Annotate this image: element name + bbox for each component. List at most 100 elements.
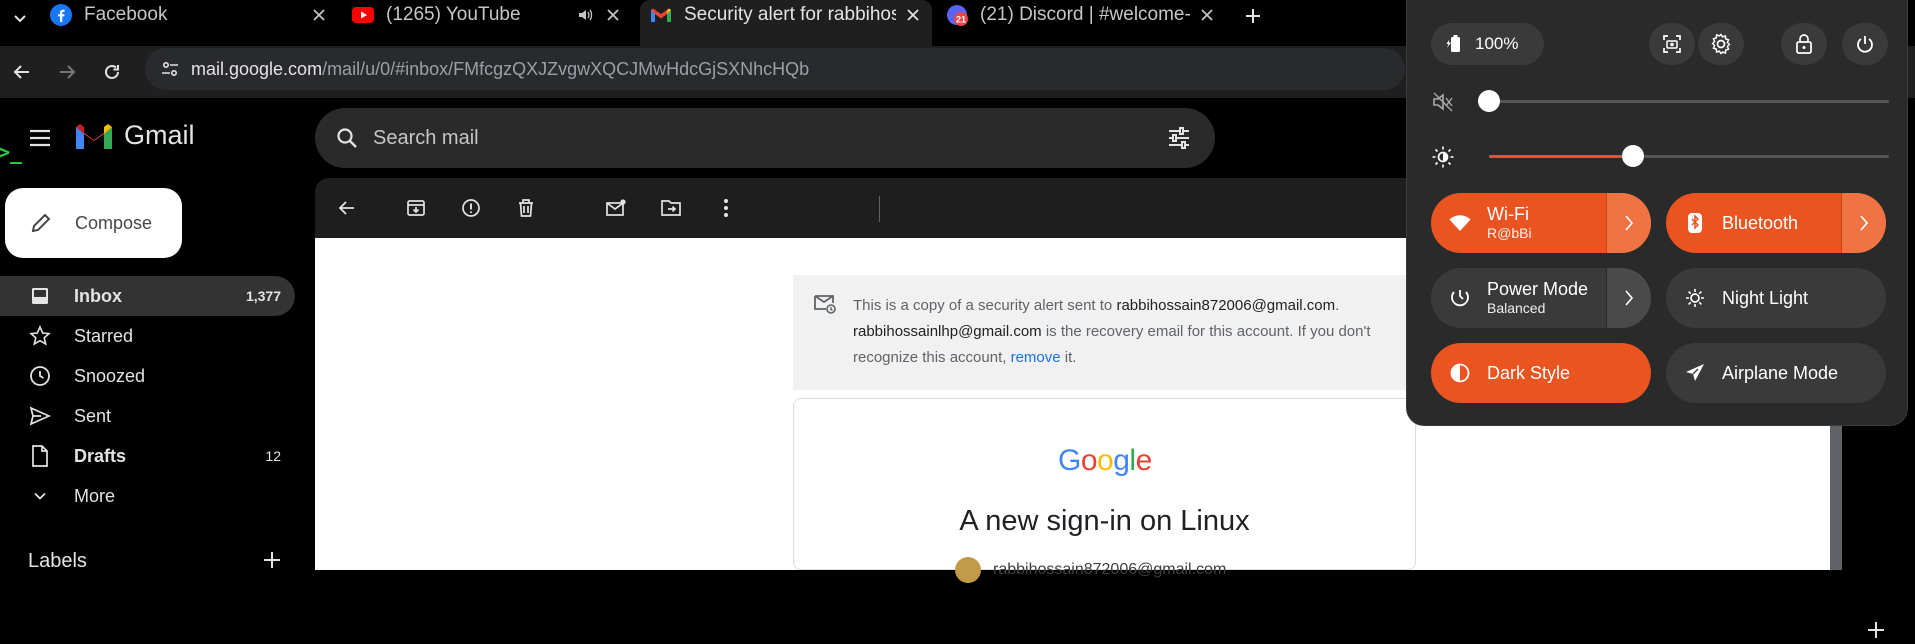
site-info-icon[interactable]	[157, 56, 183, 82]
search-input[interactable]: Search mail	[373, 127, 1165, 150]
back-to-inbox-button[interactable]	[333, 194, 361, 222]
security-alert-notice: This is a copy of a security alert sent …	[793, 275, 1413, 390]
search-options-icon[interactable]	[1165, 124, 1193, 152]
alert-text-dot: .	[1335, 297, 1340, 314]
wifi-toggle[interactable]: Wi-Fi R@bBi	[1431, 193, 1651, 253]
security-alert-text: This is a copy of a security alert sent …	[853, 293, 1398, 371]
quick-settings-panel: 100% Wi-Fi R@bBi Bluetooth Power Mode Bala…	[1406, 0, 1908, 426]
screenshot-icon	[1663, 35, 1681, 53]
remove-link[interactable]: remove	[1011, 349, 1061, 366]
settings-button[interactable]	[1698, 23, 1744, 65]
get-addons-button[interactable]	[1866, 620, 1890, 644]
airplane-mode-toggle[interactable]: Airplane Mode	[1666, 343, 1886, 403]
power-off-button[interactable]	[1842, 23, 1888, 65]
delete-button[interactable]	[512, 194, 540, 222]
brightness-slider[interactable]	[1431, 142, 1889, 172]
chevron-right-icon	[1625, 215, 1634, 231]
hamburger-icon	[30, 129, 50, 147]
tab-title: (1265) YouTube	[386, 4, 521, 25]
alert-text-post: it.	[1060, 349, 1077, 366]
power-mode-menu-button[interactable]	[1606, 268, 1651, 328]
google-logo-letter: e	[1135, 444, 1153, 477]
close-icon[interactable]	[902, 4, 924, 26]
mark-unread-button[interactable]	[602, 194, 630, 222]
star-icon	[28, 324, 52, 348]
trash-icon	[519, 199, 533, 217]
gmail-logo[interactable]: Gmail	[74, 120, 195, 151]
report-spam-button[interactable]	[457, 194, 485, 222]
tab-gmail-security-alert[interactable]: Security alert for rabbihossain	[640, 0, 932, 46]
dark-style-toggle[interactable]: Dark Style	[1431, 343, 1651, 403]
lock-button[interactable]	[1781, 23, 1827, 65]
chevron-right-icon	[1860, 215, 1869, 231]
chevron-down-icon	[14, 15, 26, 23]
screenshot-button[interactable]	[1649, 23, 1695, 65]
close-icon[interactable]	[308, 4, 330, 26]
close-icon[interactable]	[602, 4, 624, 26]
facebook-icon	[50, 4, 72, 26]
folder-label: Snoozed	[74, 365, 146, 386]
tab-facebook[interactable]: Facebook	[50, 0, 330, 30]
tab-title: (21) Discord | #welcome-	[980, 4, 1190, 25]
bluetooth-icon	[1684, 212, 1706, 234]
signin-heading: A new sign-in on Linux	[959, 505, 1250, 537]
lock-icon	[1796, 34, 1812, 54]
night-light-label: Night Light	[1722, 288, 1809, 308]
wifi-network: R@bBi	[1487, 225, 1532, 241]
folder-snoozed[interactable]: Snoozed	[0, 356, 295, 396]
back-button[interactable]	[8, 58, 36, 86]
night-light-toggle[interactable]: Night Light	[1666, 268, 1886, 328]
dark-style-label: Dark Style	[1487, 363, 1571, 383]
wifi-label: Wi-Fi	[1487, 204, 1529, 224]
account-email: rabbihossain872006@gmail.com	[993, 561, 1227, 578]
plus-icon	[264, 552, 280, 568]
archive-button[interactable]	[402, 194, 430, 222]
tab-youtube[interactable]: (1265) YouTube	[352, 0, 624, 30]
avatar	[955, 557, 981, 583]
forward-button[interactable]	[53, 58, 81, 86]
folder-count: 12	[265, 448, 281, 464]
reload-button[interactable]	[98, 58, 126, 86]
power-mode-toggle[interactable]: Power Mode Balanced	[1431, 268, 1651, 328]
create-label-button[interactable]	[262, 550, 284, 572]
folder-inbox[interactable]: Inbox 1,377	[0, 276, 295, 316]
folder-drafts[interactable]: Drafts 12	[0, 436, 295, 476]
message-scrollbar[interactable]	[1830, 418, 1842, 570]
search-icon[interactable]	[333, 124, 361, 152]
speaker-icon[interactable]	[574, 4, 596, 26]
tab-search-button[interactable]	[8, 6, 32, 30]
brightness-handle[interactable]	[1622, 145, 1644, 167]
folder-more[interactable]: More	[0, 476, 295, 516]
airplane-icon	[1684, 362, 1706, 384]
volume-slider[interactable]	[1431, 87, 1889, 117]
search-bar[interactable]: Search mail	[315, 108, 1215, 168]
clock-icon	[28, 364, 52, 388]
pencil-icon	[27, 209, 55, 237]
tab-title: Security alert for rabbihossain	[684, 4, 896, 25]
dark-style-icon	[1449, 362, 1471, 384]
battery-charging-icon	[1445, 34, 1465, 54]
power-mode-icon	[1449, 287, 1471, 309]
more-actions-button[interactable]	[712, 194, 740, 222]
tab-discord[interactable]: 21 (21) Discord | #welcome-	[946, 0, 1218, 30]
folder-sent[interactable]: Sent	[0, 396, 295, 436]
volume-track[interactable]	[1478, 90, 1889, 112]
gmail-wordmark: Gmail	[124, 120, 195, 150]
main-menu-button[interactable]	[26, 124, 54, 152]
gear-icon	[1711, 33, 1731, 55]
folder-starred[interactable]: Starred	[0, 316, 295, 356]
move-to-button[interactable]	[657, 194, 685, 222]
bluetooth-menu-button[interactable]	[1841, 193, 1886, 253]
brightness-track[interactable]	[1489, 145, 1889, 167]
wifi-menu-button[interactable]	[1606, 193, 1651, 253]
archive-icon	[407, 200, 425, 216]
volume-handle[interactable]	[1478, 90, 1500, 112]
bluetooth-toggle[interactable]: Bluetooth	[1666, 193, 1886, 253]
compose-button[interactable]: Compose	[5, 188, 182, 258]
bluetooth-label: Bluetooth	[1722, 213, 1799, 233]
move-folder-icon	[661, 200, 681, 216]
address-bar[interactable]: mail.google.com/mail/u/0/#inbox/FMfcgzQX…	[145, 48, 1405, 90]
close-icon[interactable]	[1196, 4, 1218, 26]
new-tab-button[interactable]	[1240, 3, 1266, 29]
battery-button[interactable]: 100%	[1431, 23, 1544, 65]
